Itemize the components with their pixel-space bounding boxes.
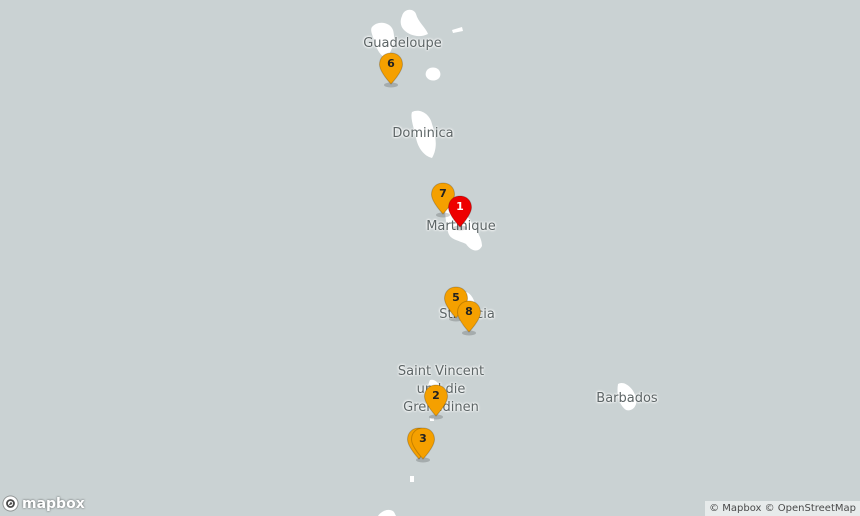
map-marker-6[interactable]: 6 [378,52,404,88]
map-marker-8[interactable]: 8 [456,300,482,336]
mapbox-icon [2,495,19,512]
map-canvas[interactable]: Guadeloupe Dominica Martinique St. Lucia… [0,0,860,516]
marker-number: 3 [419,432,427,445]
map-marker-3[interactable]: 3 [410,427,436,463]
label-dominica: Dominica [392,126,454,141]
marker-number: 8 [465,305,473,318]
marker-number: 1 [456,200,464,213]
island-guadeloupe-grande-terre [400,9,428,37]
island-grenadine-3 [410,476,414,482]
map-marker-2[interactable]: 2 [423,384,449,420]
map-marker-1[interactable]: 1 [447,195,473,231]
marker-number: 6 [387,57,395,70]
mapbox-logo[interactable]: mapbox [2,495,85,512]
attribution-mapbox-link[interactable]: © Mapbox [709,503,761,514]
mapbox-logo-text: mapbox [22,495,85,512]
attribution-bar: © Mapbox © OpenStreetMap [705,501,860,516]
label-barbados: Barbados [596,391,658,406]
attribution-osm-link[interactable]: © OpenStreetMap [765,503,856,514]
island-la-desirade [452,27,463,33]
label-guadeloupe: Guadeloupe [363,36,442,51]
marker-number: 2 [432,389,440,402]
label-saint-vincent-line1: Saint Vincent [397,364,485,379]
island-marie-galante [425,67,441,81]
island-grenada [378,509,396,516]
